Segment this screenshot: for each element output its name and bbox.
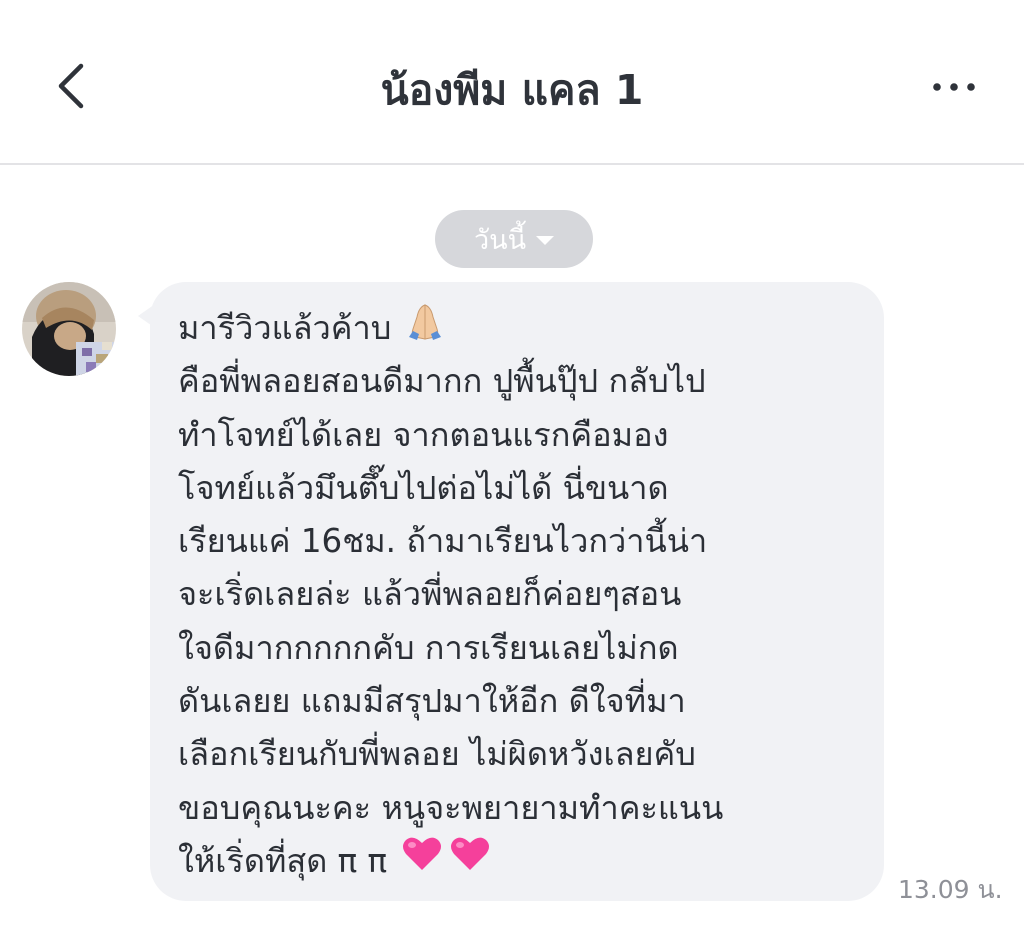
message-line: เรียนแค่ 16ชม. ถ้ามาเรียนไวกว่านี้น่า bbox=[178, 522, 708, 561]
more-options-button[interactable] bbox=[920, 62, 990, 112]
message-bubble[interactable]: มารีวิวแล้วค้าบ คือพี่พลอยสอนดีมากก ปูพื… bbox=[150, 282, 884, 901]
message-line: มารีวิวแล้วค้าบ bbox=[178, 302, 864, 355]
message-line: โจทย์แล้วมึนตึ๊บไปต่อไม่ได้ นี่ขนาด bbox=[178, 468, 669, 507]
folded-hands-emoji bbox=[405, 301, 445, 357]
pink-heart-emoji bbox=[449, 834, 491, 888]
chat-title: น้องพีม แคล 1 bbox=[380, 66, 644, 114]
message-line: เลือกเรียนกับพี่พลอย ไม่ผิดหวังเลยคับ bbox=[178, 735, 696, 774]
message-line: จะเริ่ดเลยล่ะ แล้วพี่พลอยก็ค่อยๆสอน bbox=[178, 575, 682, 614]
date-divider-button[interactable]: วันนี้ bbox=[435, 210, 593, 268]
message-line: ใจดีมากกกกกคับ การเรียนเลยไม่กด bbox=[178, 628, 679, 667]
message-timestamp: 13.09 น. bbox=[898, 875, 1003, 904]
avatar[interactable] bbox=[22, 282, 116, 376]
message-line: ให้เริ่ดที่สุด π π bbox=[178, 835, 864, 888]
message-line: ดันเลยย แถมมีสรุปมาให้อีก ดีใจที่มา bbox=[178, 682, 686, 721]
date-label: วันนี้ bbox=[473, 224, 527, 256]
avatar-photo bbox=[22, 282, 116, 376]
message-line: คือพี่พลอยสอนดีมากก ปูพื้นปุ๊ป กลับไป bbox=[178, 362, 706, 401]
chevron-left-icon bbox=[58, 63, 84, 109]
caret-down-icon bbox=[536, 235, 555, 245]
message-line: ทำโจทย์ได้เลย จากตอนแรกคือมอง bbox=[178, 415, 669, 454]
more-horizontal-icon bbox=[933, 83, 975, 91]
chat-header: น้องพีม แคล 1 bbox=[0, 0, 1024, 165]
message-line: ขอบคุณนะคะ หนูจะพยายามทำคะแนน bbox=[178, 788, 724, 827]
back-button[interactable] bbox=[44, 56, 104, 116]
pink-heart-emoji bbox=[401, 834, 443, 888]
